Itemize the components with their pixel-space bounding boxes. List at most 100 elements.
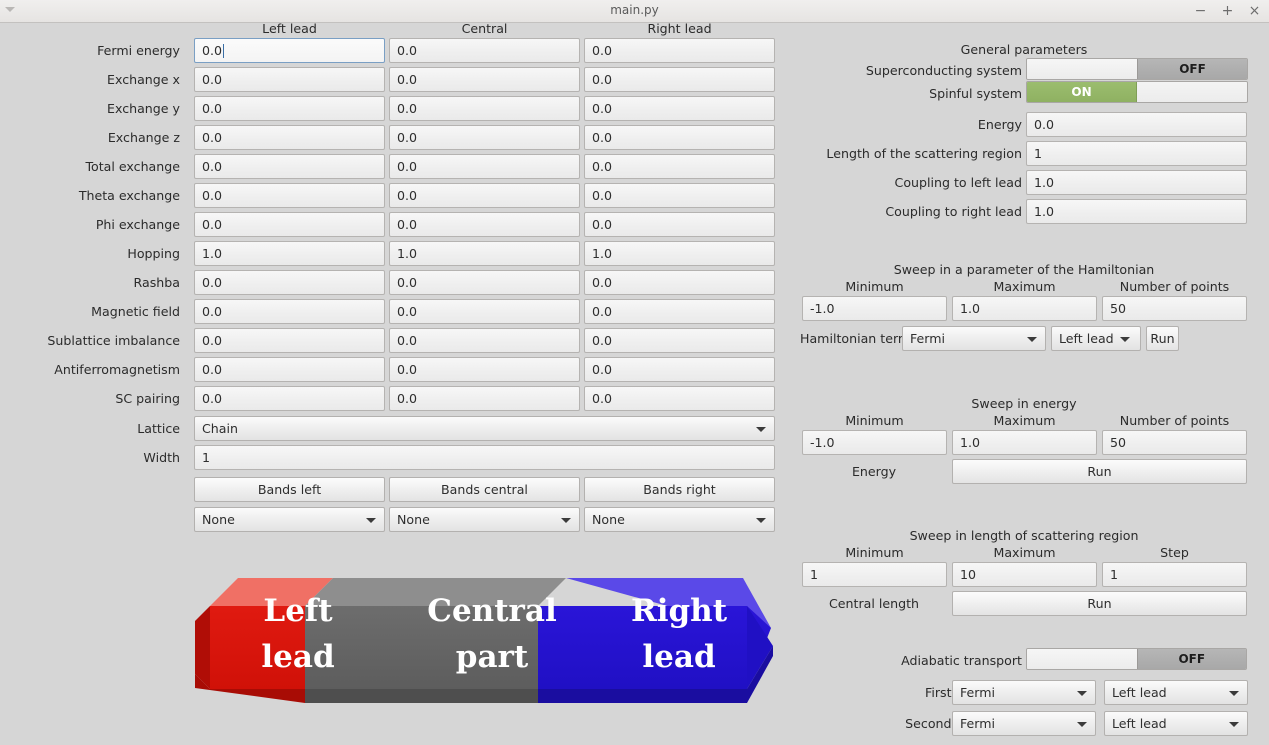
input-8-0[interactable]: 0.0 — [194, 270, 385, 295]
sweep_energy-input-3[interactable]: 50 — [1102, 430, 1247, 455]
sweep_hamiltonian-input-2[interactable]: 1.0 — [952, 296, 1097, 321]
input-11-1[interactable]: 0.0 — [389, 357, 580, 382]
input-0-1[interactable]: 0.0 — [389, 38, 580, 63]
input-0-0[interactable]: 0.0 — [194, 38, 385, 63]
lattice-select[interactable]: Chain — [194, 416, 775, 441]
adiabatic-toggle-state: OFF — [1136, 649, 1246, 669]
bands-select-value-1: None — [202, 512, 235, 527]
input-12-1[interactable]: 0.0 — [389, 386, 580, 411]
device-right-bottom-bevel — [538, 689, 747, 703]
input-value-2-2: 0.0 — [592, 101, 613, 116]
first-parameter-region-value: Left lead — [1112, 685, 1167, 700]
input-9-0[interactable]: 0.0 — [194, 299, 385, 324]
input-1-0[interactable]: 0.0 — [194, 67, 385, 92]
sweep_length-input-1[interactable]: 1 — [802, 562, 947, 587]
input-1-1[interactable]: 0.0 — [389, 67, 580, 92]
spinful-toggle[interactable]: ON — [1026, 81, 1248, 103]
hamiltonian-term-select[interactable]: Fermi — [902, 326, 1046, 351]
input-value-5-1: 0.0 — [397, 188, 418, 203]
input-value-4-2: 0.0 — [592, 159, 613, 174]
length-field[interactable]: 1 — [1026, 141, 1247, 166]
input-10-2[interactable]: 0.0 — [584, 328, 775, 353]
sweep_length-input-2[interactable]: 10 — [952, 562, 1097, 587]
sweep_hamiltonian-value-2: 1.0 — [960, 301, 981, 316]
input-3-2[interactable]: 0.0 — [584, 125, 775, 150]
sweep_energy-input-2[interactable]: 1.0 — [952, 430, 1097, 455]
input-5-1[interactable]: 0.0 — [389, 183, 580, 208]
sweep_hamiltonian-input-1[interactable]: -1.0 — [802, 296, 947, 321]
input-6-2[interactable]: 0.0 — [584, 212, 775, 237]
first-parameter-term-select[interactable]: Fermi — [952, 680, 1096, 705]
input-value-12-2: 0.0 — [592, 391, 613, 406]
input-value-12-0: 0.0 — [202, 391, 223, 406]
input-12-0[interactable]: 0.0 — [194, 386, 385, 411]
adiabatic-toggle[interactable]: OFF — [1026, 648, 1247, 670]
sweep-energy-run-button[interactable]: Run — [952, 459, 1247, 484]
input-4-1[interactable]: 0.0 — [389, 154, 580, 179]
input-0-2[interactable]: 0.0 — [584, 38, 775, 63]
input-3-0[interactable]: 0.0 — [194, 125, 385, 150]
input-2-0[interactable]: 0.0 — [194, 96, 385, 121]
input-10-0[interactable]: 0.0 — [194, 328, 385, 353]
input-1-2[interactable]: 0.0 — [584, 67, 775, 92]
input-value-0-2: 0.0 — [592, 43, 613, 58]
energy-field[interactable]: 0.0 — [1026, 112, 1247, 137]
sweep_hamiltonian-input-3[interactable]: 50 — [1102, 296, 1247, 321]
bands-button-2[interactable]: Bands central — [389, 477, 580, 502]
width-input[interactable]: 1 — [194, 445, 775, 470]
input-2-1[interactable]: 0.0 — [389, 96, 580, 121]
input-6-1[interactable]: 0.0 — [389, 212, 580, 237]
sweep_energy-title: Sweep in energy — [971, 396, 1077, 411]
close-icon[interactable]: × — [1246, 2, 1263, 20]
sweep_energy-input-1[interactable]: -1.0 — [802, 430, 947, 455]
input-10-1[interactable]: 0.0 — [389, 328, 580, 353]
input-5-2[interactable]: 0.0 — [584, 183, 775, 208]
general-parameters-title: General parameters — [960, 42, 1088, 57]
bands-button-3[interactable]: Bands right — [584, 477, 775, 502]
sweep_length-input-3[interactable]: 1 — [1102, 562, 1247, 587]
input-value-10-2: 0.0 — [592, 333, 613, 348]
column-header-2: Central — [461, 21, 508, 36]
maximize-icon[interactable]: + — [1219, 2, 1236, 20]
bands-select-value-3: None — [592, 512, 625, 527]
spinful-label: Spinful system — [929, 86, 1022, 101]
input-7-1[interactable]: 1.0 — [389, 241, 580, 266]
input-6-0[interactable]: 0.0 — [194, 212, 385, 237]
input-3-1[interactable]: 0.0 — [389, 125, 580, 150]
superconducting-toggle[interactable]: OFF — [1026, 58, 1248, 80]
input-12-2[interactable]: 0.0 — [584, 386, 775, 411]
second-parameter-region-value: Left lead — [1112, 716, 1167, 731]
row-label-2: Exchange y — [107, 101, 180, 116]
coupling-right-field[interactable]: 1.0 — [1026, 199, 1247, 224]
sweep_length-value-1: 1 — [810, 567, 819, 582]
input-4-0[interactable]: 0.0 — [194, 154, 385, 179]
bands-select-2[interactable]: None — [389, 507, 580, 532]
bands-select-3[interactable]: None — [584, 507, 775, 532]
input-8-1[interactable]: 0.0 — [389, 270, 580, 295]
bands-select-1[interactable]: None — [194, 507, 385, 532]
input-11-0[interactable]: 0.0 — [194, 357, 385, 382]
input-value-8-0: 0.0 — [202, 275, 223, 290]
input-4-2[interactable]: 0.0 — [584, 154, 775, 179]
bands-button-1[interactable]: Bands left — [194, 477, 385, 502]
input-7-2[interactable]: 1.0 — [584, 241, 775, 266]
input-8-2[interactable]: 0.0 — [584, 270, 775, 295]
input-5-0[interactable]: 0.0 — [194, 183, 385, 208]
sweep_hamiltonian-value-1: -1.0 — [810, 301, 835, 316]
sweep-length-run-button[interactable]: Run — [952, 591, 1247, 616]
first-parameter-region-select[interactable]: Left lead — [1104, 680, 1248, 705]
input-9-2[interactable]: 0.0 — [584, 299, 775, 324]
second-parameter-region-select[interactable]: Left lead — [1104, 711, 1248, 736]
coupling-left-field[interactable]: 1.0 — [1026, 170, 1247, 195]
input-value-3-0: 0.0 — [202, 130, 223, 145]
input-value-1-2: 0.0 — [592, 72, 613, 87]
input-11-2[interactable]: 0.0 — [584, 357, 775, 382]
input-7-0[interactable]: 1.0 — [194, 241, 385, 266]
minimize-icon[interactable]: − — [1192, 2, 1209, 20]
hamiltonian-region-select[interactable]: Left lead — [1051, 326, 1141, 351]
hamiltonian-term-label: Hamiltonian term — [800, 331, 911, 346]
hamiltonian-run-button[interactable]: Run — [1146, 326, 1179, 351]
input-2-2[interactable]: 0.0 — [584, 96, 775, 121]
second-parameter-term-select[interactable]: Fermi — [952, 711, 1096, 736]
input-9-1[interactable]: 0.0 — [389, 299, 580, 324]
